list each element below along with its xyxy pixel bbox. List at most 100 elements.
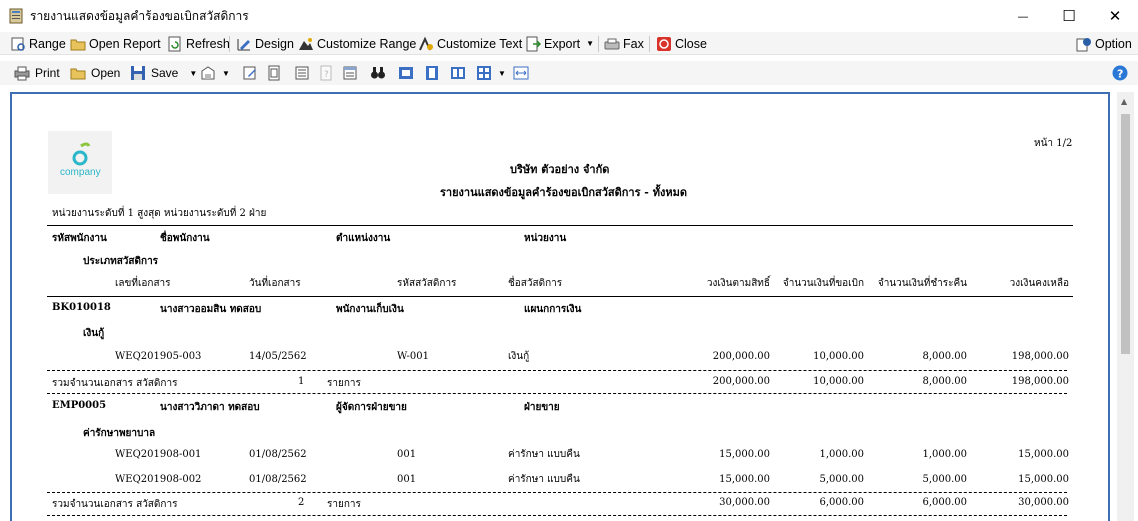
option-icon [1076, 36, 1092, 52]
refresh-label: Refresh [186, 36, 230, 51]
summary-entitled: 200,000.00 [712, 376, 770, 387]
option-button[interactable]: Option [1076, 34, 1132, 53]
emp-position: ผู้จัดการฝ่ายขาย [336, 402, 407, 413]
summary-bottom-line [47, 515, 1067, 516]
single-page-button[interactable] [398, 64, 414, 82]
single-page-icon [398, 65, 414, 81]
summary-count: 2 [298, 497, 305, 508]
summary-label: รวมจำนวนเอกสาร สวัสดิการ [52, 499, 178, 510]
header-requested: จำนวนเงินที่ขอเบิก [782, 278, 864, 289]
parameters-button: ? [318, 64, 334, 82]
entitled-amount: 200,000.00 [712, 351, 770, 362]
page-button[interactable] [266, 64, 282, 82]
open-label: Open [91, 66, 121, 80]
range-button[interactable]: Range [10, 34, 66, 53]
save-dropdown-icon[interactable]: ▼ [189, 69, 197, 78]
page-setup-icon [200, 65, 216, 81]
design-button[interactable]: Design [236, 34, 294, 53]
doc-date: 01/08/2562 [249, 449, 307, 460]
header-doc-date: วันที่เอกสาร [249, 278, 301, 289]
design-icon [236, 36, 252, 52]
open-button[interactable]: Open [70, 64, 120, 82]
summary-repaid: 8,000.00 [922, 376, 967, 387]
multiple-pages-button[interactable]: ▼ [476, 64, 506, 82]
multiple-pages-dropdown-icon[interactable]: ▼ [498, 69, 506, 78]
design-label: Design [255, 36, 294, 51]
preview-toolbar: Print Open Save ▼ ▼ ? ▼ ? [0, 61, 1138, 85]
vertical-scrollbar[interactable]: ▲ [1117, 92, 1134, 521]
page-width-button[interactable] [424, 64, 440, 82]
help-button[interactable]: ? [1112, 64, 1128, 82]
emp-department: ฝ่ายขาย [524, 402, 560, 413]
save-label: Save [151, 66, 179, 80]
scrollbar-thumb[interactable] [1121, 114, 1130, 354]
multiple-pages-icon [476, 65, 492, 81]
page-setup-button[interactable]: ▼ [200, 64, 230, 82]
repaid-amount: 1,000.00 [922, 449, 967, 460]
summary-top-line [47, 370, 1067, 371]
header-emp-code: รหัสพนักงาน [52, 233, 107, 244]
doc-no: WEQ201908-002 [115, 474, 202, 485]
app-icon [8, 8, 24, 24]
scroll-up-icon[interactable]: ▲ [1121, 97, 1127, 106]
summary-requested: 10,000.00 [813, 376, 864, 387]
printer-icon [14, 65, 30, 81]
range-icon [10, 36, 26, 52]
open-report-button[interactable]: Open Report [70, 34, 161, 53]
export-button[interactable]: Export ▼ [525, 34, 594, 53]
folder-icon [70, 36, 86, 52]
customize-text-button[interactable]: Customize Text [418, 34, 522, 53]
document-map-button[interactable] [342, 64, 358, 82]
header-position: ตำแหน่งงาน [336, 233, 391, 244]
remaining-amount: 198,000.00 [1011, 351, 1069, 362]
emp-code: EMP0005 [52, 400, 107, 411]
doc-no: WEQ201905-003 [115, 351, 202, 362]
export-dropdown-icon[interactable]: ▼ [586, 39, 594, 48]
save-icon [130, 65, 146, 81]
refresh-button[interactable]: Refresh [167, 34, 230, 53]
main-toolbar: Range Open Report Refresh Design Customi… [0, 32, 1138, 55]
find-button[interactable] [370, 64, 386, 82]
doc-no: WEQ201908-001 [115, 449, 202, 460]
header-footer-button[interactable] [294, 64, 310, 82]
print-button[interactable]: Print [14, 64, 60, 82]
welfare-type: เงินกู้ [83, 328, 105, 339]
welfare-name: เงินกู้ [508, 351, 530, 362]
close-report-button[interactable]: Close [656, 34, 707, 53]
open-folder-icon [70, 65, 86, 81]
customize-text-label: Customize Text [437, 36, 523, 51]
zoom-button[interactable] [513, 64, 529, 82]
summary-unit: รายการ [327, 499, 361, 510]
requested-amount: 1,000.00 [819, 449, 864, 460]
doc-date: 01/08/2562 [249, 474, 307, 485]
customize-text-icon [418, 36, 434, 52]
edit-page-button[interactable] [242, 64, 258, 82]
window-title: รายงานแสดงข้อมูลคำร้องขอเบิกสวัสดิการ [30, 9, 249, 23]
fax-icon [604, 36, 620, 52]
document-map-icon [342, 65, 358, 81]
doc-date: 14/05/2562 [249, 351, 307, 362]
customize-range-button[interactable]: Customize Range [298, 34, 416, 53]
emp-name: นางสาววิภาดา ทดสอบ [160, 402, 260, 413]
toolbar-separator [598, 36, 599, 52]
page-icon [266, 65, 282, 81]
page-setup-dropdown-icon[interactable]: ▼ [222, 69, 230, 78]
emp-department: แผนกการเงิน [524, 304, 582, 315]
header-footer-icon [294, 65, 310, 81]
company-logo: company [48, 131, 112, 194]
save-button[interactable]: Save ▼ [130, 64, 197, 82]
summary-count: 1 [298, 376, 305, 387]
header-top-line [47, 225, 1073, 226]
requested-amount: 10,000.00 [813, 351, 864, 362]
customize-range-label: Customize Range [317, 36, 417, 51]
minimize-button[interactable]: — [1000, 0, 1046, 32]
header-department: หน่วยงาน [524, 233, 567, 244]
emp-position: พนักงานเก็บเงิน [336, 304, 404, 315]
header-welfare-type: ประเภทสวัสดิการ [83, 256, 159, 267]
maximize-button[interactable]: ☐ [1046, 0, 1092, 32]
help-icon: ? [1112, 65, 1128, 81]
entitled-amount: 15,000.00 [719, 474, 770, 485]
close-window-button[interactable]: ✕ [1092, 0, 1138, 32]
two-pages-button[interactable] [450, 64, 466, 82]
fax-button[interactable]: Fax [604, 34, 644, 53]
